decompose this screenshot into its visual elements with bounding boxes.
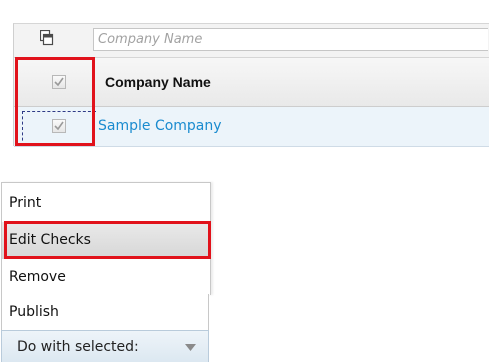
company-name-column-header[interactable]: Company Name: [105, 58, 211, 106]
menu-item-highlight-box: [4, 221, 211, 259]
company-name-link[interactable]: Sample Company: [98, 107, 222, 146]
filter-row: [14, 24, 489, 58]
checkbox-highlight-box: [15, 57, 95, 146]
menu-item-print[interactable]: Print: [2, 185, 208, 222]
company-name-filter-input[interactable]: [93, 28, 488, 51]
menu-item-publish[interactable]: Publish: [1, 294, 209, 330]
menu-item-remove[interactable]: Remove: [2, 259, 208, 296]
chevron-down-icon: [185, 344, 196, 351]
copy-columns-icon[interactable]: [39, 29, 54, 46]
do-with-selected-dropdown[interactable]: Do with selected:: [1, 330, 209, 362]
dropdown-label: Do with selected:: [17, 339, 139, 355]
